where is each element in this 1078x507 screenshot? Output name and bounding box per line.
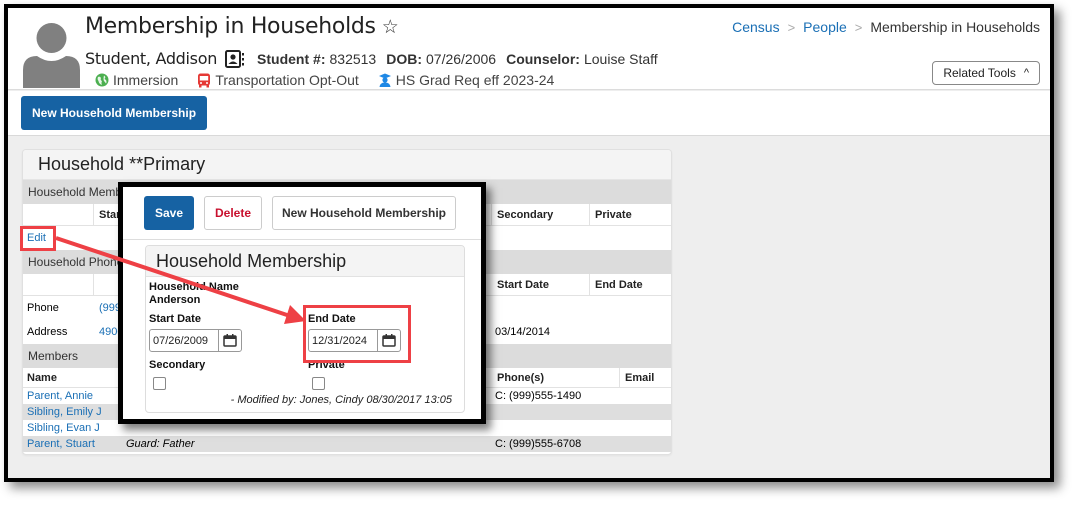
end-date-label: End Date: [308, 313, 356, 325]
household-panel-title: Household **Primary: [23, 150, 671, 180]
member-name[interactable]: Parent, Annie: [27, 388, 93, 404]
column-header-end-date: End Date: [595, 278, 643, 291]
column-header-phones: Phone(s): [497, 371, 545, 384]
new-household-membership-button[interactable]: New Household Membership: [21, 96, 208, 130]
address-label: Address: [27, 326, 68, 338]
member-relationship: Guard: Father: [126, 438, 195, 450]
start-date-input[interactable]: [150, 330, 219, 351]
new-household-membership-button-secondary[interactable]: New Household Membership: [272, 196, 456, 230]
page-header: Membership in Households ☆ Student, Addis…: [8, 8, 1050, 90]
table-row: Parent, Stuart Guard: Father C: (999)555…: [23, 436, 671, 452]
household-membership-form: Household Membership Household Name Ande…: [145, 245, 465, 413]
household-name-value: Anderson: [149, 294, 201, 306]
breadcrumb: Census > People > Membership in Househol…: [732, 19, 1040, 35]
secondary-label: Secondary: [149, 359, 206, 371]
form-title: Household Membership: [146, 246, 464, 277]
counselor-label: Counselor:: [506, 50, 580, 67]
end-date-field[interactable]: [308, 329, 401, 352]
secondary-checkbox[interactable]: [153, 377, 166, 390]
column-divider: [93, 274, 94, 295]
breadcrumb-current: Membership in Households: [870, 19, 1040, 35]
address-start-date: 03/14/2014: [495, 326, 551, 338]
counselor-value: Louise Staff: [583, 50, 658, 67]
column-divider: [589, 274, 590, 295]
column-divider: [491, 204, 492, 225]
member-phone: C: (999)555-6708: [495, 438, 582, 450]
start-date-label: Start Date: [149, 313, 201, 325]
bus-icon: [198, 73, 211, 87]
member-phone: C: (999)555-1490: [495, 390, 582, 402]
breadcrumb-census[interactable]: Census: [732, 19, 779, 35]
column-divider: [93, 204, 94, 225]
flag-transportation[interactable]: Transportation Opt-Out: [197, 72, 359, 88]
calendar-icon[interactable]: [219, 330, 241, 351]
avatar-icon: [23, 23, 80, 88]
chevron-up-icon: ^: [1023, 67, 1029, 79]
end-date-input[interactable]: [309, 330, 378, 351]
save-button[interactable]: Save: [144, 196, 194, 230]
column-header-secondary: Secondary: [497, 208, 554, 221]
private-label: Private: [308, 359, 345, 371]
contact-card-icon[interactable]: [225, 49, 245, 68]
private-checkbox[interactable]: [312, 377, 325, 390]
column-header-name: Name: [27, 371, 57, 384]
column-header-email: Email: [625, 371, 655, 384]
favorite-star-icon[interactable]: ☆: [382, 16, 399, 38]
edit-form-callout: Save Delete New Household Membership Hou…: [118, 182, 486, 424]
column-header-private: Private: [595, 208, 632, 221]
modified-by-text: - Modified by: Jones, Cindy 08/30/2017 1…: [230, 394, 452, 406]
calendar-icon[interactable]: [378, 330, 400, 351]
delete-button[interactable]: Delete: [204, 196, 262, 230]
student-info: Student, Addison Student #: 832513 DOB: …: [85, 49, 668, 68]
member-name[interactable]: Parent, Stuart: [27, 436, 95, 452]
edit-form-toolbar: Save Delete New Household Membership: [123, 187, 481, 240]
breadcrumb-separator-icon: >: [854, 19, 863, 35]
dob-label: DOB:: [386, 50, 422, 67]
member-name[interactable]: Sibling, Evan J: [27, 420, 100, 436]
student-number: 832513: [329, 50, 377, 67]
start-date-field[interactable]: [149, 329, 242, 352]
column-divider: [619, 368, 620, 387]
column-divider: [589, 204, 590, 225]
globe-icon: [95, 73, 109, 87]
page-title: Membership in Households ☆: [85, 14, 399, 39]
flag-grad-requirement[interactable]: HS Grad Req eff 2023-24: [378, 72, 554, 88]
student-number-label: Student #:: [257, 50, 326, 67]
student-flags: Immersion Transportation Opt-Out HS Grad…: [95, 72, 573, 88]
member-name[interactable]: Sibling, Emily J: [27, 404, 102, 420]
graduate-icon: [378, 73, 391, 87]
column-header-start-date: Start Date: [497, 278, 549, 291]
breadcrumb-people[interactable]: People: [803, 19, 847, 35]
dob-value: 07/26/2006: [426, 50, 497, 67]
edit-link[interactable]: Edit: [27, 226, 46, 250]
breadcrumb-separator-icon: >: [787, 19, 796, 35]
flag-immersion[interactable]: Immersion: [95, 72, 178, 88]
student-name: Student, Addison: [85, 49, 218, 68]
related-tools-button[interactable]: Related Tools ^: [932, 61, 1040, 85]
phone-label: Phone: [27, 302, 59, 314]
action-bar: New Household Membership: [8, 91, 1050, 136]
household-name-label: Household Name: [149, 281, 239, 293]
